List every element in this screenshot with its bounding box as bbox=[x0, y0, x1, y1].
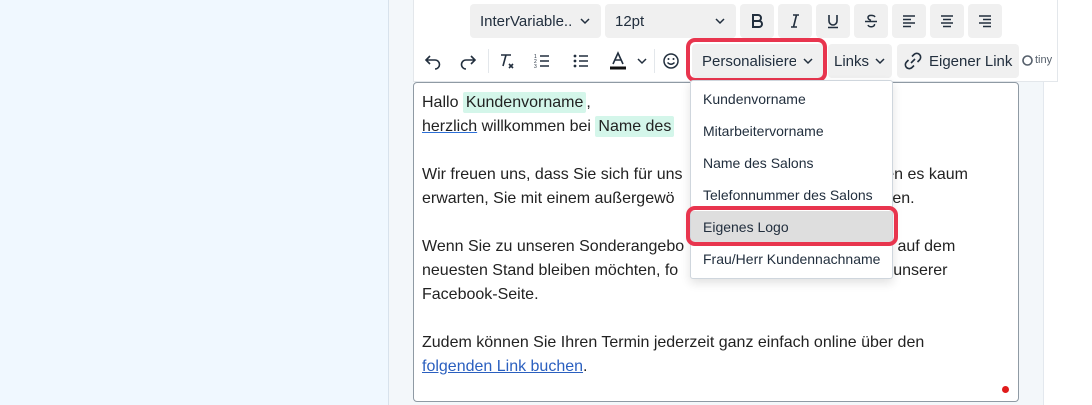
para1-line2-left: erwarten, Sie mit einem außergewö bbox=[422, 190, 675, 207]
bold-button[interactable] bbox=[740, 4, 774, 38]
numbered-list-button[interactable]: 123 bbox=[525, 44, 559, 78]
tiny-brand-label: tiny bbox=[1035, 54, 1053, 66]
booking-link[interactable]: folgenden Link buchen bbox=[422, 358, 583, 375]
chevron-down-icon bbox=[715, 18, 725, 25]
clear-formatting-button[interactable] bbox=[490, 44, 524, 78]
custom-link-button[interactable]: Eigener Link bbox=[897, 44, 1019, 78]
numbered-list-icon: 123 bbox=[534, 54, 549, 70]
status-dot bbox=[1002, 386, 1009, 393]
greeting-comma: , bbox=[586, 94, 591, 111]
custom-link-label: Eigener Link bbox=[929, 52, 1013, 70]
editor-toolbar: InterVariable... 12pt 1 2 3 Personalisie… bbox=[413, 0, 1058, 82]
italic-button[interactable] bbox=[778, 4, 812, 38]
redo-button[interactable] bbox=[451, 44, 485, 78]
welcome-rest: willkommen bei bbox=[477, 118, 596, 135]
personalize-label: Personalisieren bbox=[702, 52, 796, 70]
italic-icon bbox=[791, 14, 799, 28]
paragraph-3-line-1: Zudem können Sie Ihren Termin jederzeit … bbox=[422, 334, 925, 351]
chevron-down-icon bbox=[875, 58, 885, 65]
link-icon bbox=[904, 52, 922, 70]
clear-formatting-icon bbox=[501, 54, 514, 69]
links-label: Links bbox=[834, 52, 870, 70]
align-left-button[interactable] bbox=[892, 4, 926, 38]
welcome-word: herzlich bbox=[422, 118, 478, 135]
menu-item-telefonnummer[interactable]: Telefonnummer des Salons bbox=[691, 179, 892, 211]
text-color-icon bbox=[610, 51, 626, 70]
chevron-down-icon bbox=[637, 58, 647, 65]
align-right-icon bbox=[979, 15, 991, 28]
menu-item-mitarbeitervorname[interactable]: Mitarbeitervorname bbox=[691, 115, 892, 147]
align-left-icon bbox=[903, 15, 915, 28]
para2-line2-right: unserer bbox=[893, 262, 948, 279]
align-center-button[interactable] bbox=[930, 4, 964, 38]
personalize-dropdown-menu: Kundenvorname Mitarbeitervorname Name de… bbox=[690, 80, 893, 279]
font-size-select[interactable]: 12pt bbox=[605, 4, 736, 38]
emoji-icon bbox=[663, 53, 679, 69]
font-size-value: 12pt bbox=[615, 12, 645, 30]
align-center-icon bbox=[941, 15, 953, 28]
placeholder-tag-salon-name[interactable]: Name des bbox=[595, 116, 675, 137]
bold-icon bbox=[752, 14, 763, 28]
left-panel bbox=[0, 0, 389, 405]
undo-button[interactable] bbox=[416, 44, 450, 78]
toolbar-row-2: 123 Personalisieren Links Eigener Link t… bbox=[414, 41, 1057, 81]
paragraph-2-line-3: Facebook-Seite. bbox=[422, 286, 539, 303]
paragraph-3-line-2: folgenden Link buchen. bbox=[422, 355, 1010, 379]
svg-text:3: 3 bbox=[534, 64, 537, 70]
para2-line1-left: Wenn Sie zu unseren Sonderangebo bbox=[422, 238, 685, 255]
para1-line1-left: Wir freuen uns, dass Sie sich für uns bbox=[422, 166, 683, 183]
underline-button[interactable] bbox=[816, 4, 850, 38]
menu-item-kundennachname[interactable]: Frau/Herr Kundennachname bbox=[691, 243, 892, 275]
toolbar-separator bbox=[488, 49, 489, 73]
strikethrough-button[interactable] bbox=[854, 4, 888, 38]
greeting-word: Hallo bbox=[422, 94, 459, 111]
personalize-select[interactable]: Personalisieren bbox=[692, 44, 824, 78]
emoji-button[interactable] bbox=[654, 44, 688, 78]
align-right-button[interactable] bbox=[968, 4, 1002, 38]
placeholder-tag-first-name[interactable]: Kundenvorname bbox=[462, 92, 587, 113]
para2-line2-left: neuesten Stand bleiben möchten, fo bbox=[422, 262, 679, 279]
menu-item-eigenes-logo[interactable]: Eigenes Logo bbox=[691, 211, 892, 243]
font-family-value: InterVariable... bbox=[480, 12, 573, 30]
tiny-logo-icon bbox=[1022, 54, 1033, 66]
redo-icon bbox=[460, 55, 477, 70]
toolbar-row-1: InterVariable... 12pt bbox=[414, 1, 1057, 41]
menu-item-kundenvorname[interactable]: Kundenvorname bbox=[691, 83, 892, 115]
chevron-down-icon bbox=[803, 58, 813, 65]
font-family-select[interactable]: InterVariable... bbox=[470, 4, 601, 38]
tiny-brand-logo[interactable]: tiny bbox=[1022, 54, 1052, 66]
para2-line1-right: n auf dem bbox=[884, 238, 956, 255]
menu-item-name-des-salons[interactable]: Name des Salons bbox=[691, 147, 892, 179]
chevron-down-icon bbox=[580, 18, 590, 25]
strikethrough-icon bbox=[865, 14, 877, 28]
text-color-button[interactable] bbox=[602, 44, 652, 78]
bullet-list-button[interactable] bbox=[564, 44, 598, 78]
undo-icon bbox=[424, 55, 441, 70]
underline-icon bbox=[828, 15, 838, 29]
link-tail: . bbox=[583, 358, 588, 375]
bullet-list-icon bbox=[573, 54, 588, 68]
links-select[interactable]: Links bbox=[828, 44, 892, 78]
